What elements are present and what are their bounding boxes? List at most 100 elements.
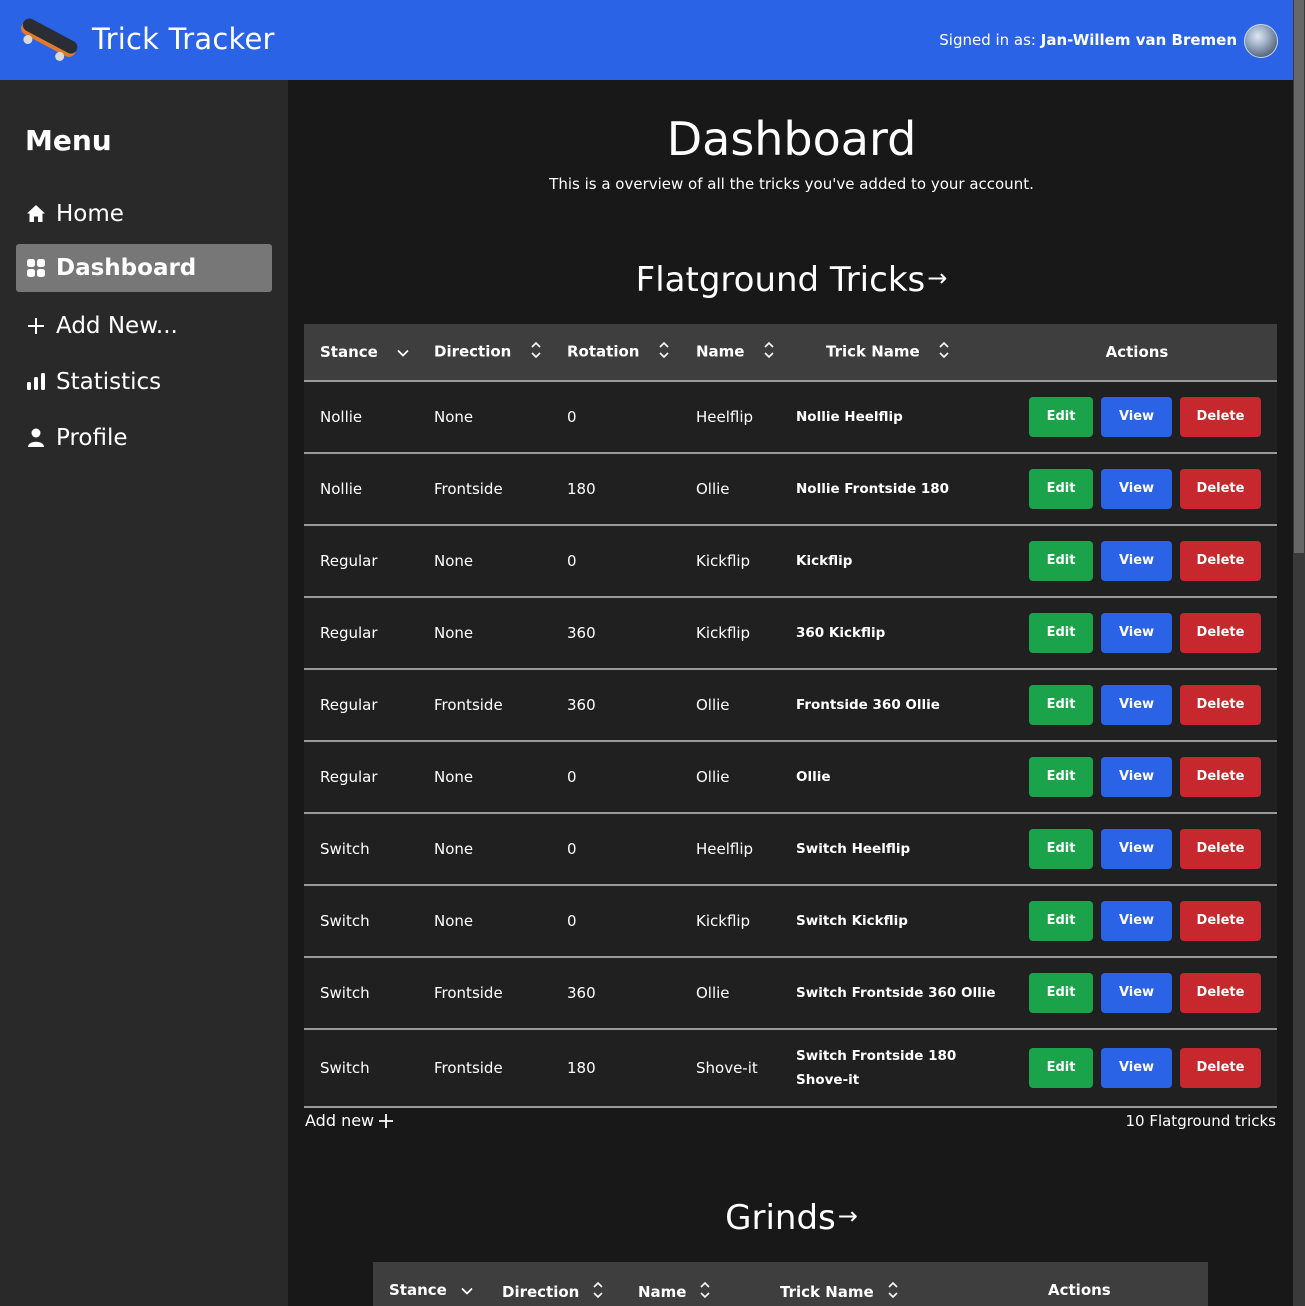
view-button[interactable]: View xyxy=(1101,541,1172,581)
menu-title: Menu xyxy=(25,124,112,157)
edit-button[interactable]: Edit xyxy=(1029,829,1093,869)
grinds-section-title[interactable]: Grinds→ xyxy=(290,1198,1293,1238)
column-header-trick-name[interactable]: Trick Name xyxy=(780,1281,898,1303)
stance-cell: Regular xyxy=(304,741,418,814)
view-button[interactable]: View xyxy=(1101,1048,1172,1088)
delete-button[interactable]: Delete xyxy=(1180,757,1261,797)
sidebar-item-label: Statistics xyxy=(56,369,162,395)
column-label: Rotation xyxy=(567,342,640,361)
sidebar-item-profile[interactable]: Profile xyxy=(16,414,272,462)
view-button[interactable]: View xyxy=(1101,613,1172,653)
trick-name-cell: Switch Frontside 360 Ollie xyxy=(788,957,997,1030)
trick-name-cell: Switch Heelflip xyxy=(788,813,997,886)
column-header-direction[interactable]: Direction xyxy=(502,1281,603,1303)
view-button[interactable]: View xyxy=(1101,973,1172,1013)
sidebar-item-add-new[interactable]: Add New... xyxy=(16,302,272,350)
flatground-section-title[interactable]: Flatground Tricks→ xyxy=(290,260,1293,300)
stance-cell: Regular xyxy=(304,597,418,670)
column-label: Trick Name xyxy=(780,1283,874,1301)
sort-icon[interactable] xyxy=(593,1281,603,1303)
delete-button[interactable]: Delete xyxy=(1180,397,1261,437)
add-new-link[interactable]: Add new xyxy=(305,1111,394,1130)
delete-button[interactable]: Delete xyxy=(1180,541,1261,581)
signed-in-info: Signed in as: Jan-Willem van Bremen xyxy=(939,31,1237,49)
edit-button[interactable]: Edit xyxy=(1029,901,1093,941)
chevron-down-icon[interactable] xyxy=(397,343,409,361)
column-label: Name xyxy=(696,342,745,361)
add-new-label: Add new xyxy=(305,1111,375,1130)
edit-button[interactable]: Edit xyxy=(1029,685,1093,725)
delete-button[interactable]: Delete xyxy=(1180,829,1261,869)
edit-button[interactable]: Edit xyxy=(1029,613,1093,653)
name-cell: Ollie xyxy=(680,453,788,526)
name-cell: Kickflip xyxy=(680,525,788,598)
delete-button[interactable]: Delete xyxy=(1180,1048,1261,1088)
name-cell: Heelflip xyxy=(680,381,788,454)
table-row: Switch Frontside 180 Shove-it Switch Frontsi… xyxy=(304,1029,1277,1108)
name-cell: Kickflip xyxy=(680,885,788,958)
edit-button[interactable]: Edit xyxy=(1029,541,1093,581)
dashboard-icon xyxy=(25,257,47,279)
actions-cell: Edit View Delete xyxy=(997,381,1277,454)
delete-button[interactable]: Delete xyxy=(1180,901,1261,941)
trick-name-cell: Switch Frontside 180 Shove-it xyxy=(788,1029,997,1108)
stance-cell: Switch xyxy=(304,885,418,958)
grinds-table-header: Stance Direction Name Trick Name Actions xyxy=(373,1262,1208,1306)
view-button[interactable]: View xyxy=(1101,757,1172,797)
name-cell: Shove-it xyxy=(680,1029,788,1108)
view-button[interactable]: View xyxy=(1101,469,1172,509)
edit-button[interactable]: Edit xyxy=(1029,469,1093,509)
sort-icon[interactable] xyxy=(700,1281,711,1303)
rotation-cell: 360 xyxy=(551,597,680,670)
delete-button[interactable]: Delete xyxy=(1180,613,1261,653)
user-name: Jan-Willem van Bremen xyxy=(1040,31,1237,49)
table-header-row: Stance Direction Rotation Name Trick Nam… xyxy=(304,324,1277,382)
sort-icon[interactable] xyxy=(659,341,669,363)
avatar[interactable] xyxy=(1244,24,1278,58)
edit-button[interactable]: Edit xyxy=(1029,1048,1093,1088)
sort-icon[interactable] xyxy=(939,341,949,363)
column-header-rotation[interactable]: Rotation xyxy=(551,324,680,382)
edit-button[interactable]: Edit xyxy=(1029,397,1093,437)
view-button[interactable]: View xyxy=(1101,397,1172,437)
chevron-down-icon[interactable] xyxy=(461,1281,473,1299)
column-label: Direction xyxy=(502,1283,580,1301)
column-label: Stance xyxy=(389,1281,447,1299)
delete-button[interactable]: Delete xyxy=(1180,685,1261,725)
scrollbar-thumb[interactable] xyxy=(1294,0,1304,553)
sidebar-item-dashboard[interactable]: Dashboard xyxy=(16,244,272,292)
direction-cell: Frontside xyxy=(418,1029,551,1108)
column-header-stance[interactable]: Stance xyxy=(304,324,418,382)
edit-button[interactable]: Edit xyxy=(1029,757,1093,797)
delete-button[interactable]: Delete xyxy=(1180,973,1261,1013)
stance-cell: Switch xyxy=(304,957,418,1030)
actions-cell: Edit View Delete xyxy=(997,885,1277,958)
stance-cell: Switch xyxy=(304,1029,418,1108)
sidebar-item-statistics[interactable]: Statistics xyxy=(16,358,272,406)
sidebar-item-home[interactable]: Home xyxy=(16,190,272,238)
direction-cell: Frontside xyxy=(418,957,551,1030)
sort-icon[interactable] xyxy=(531,341,541,363)
column-header-direction[interactable]: Direction xyxy=(418,324,551,382)
view-button[interactable]: View xyxy=(1101,829,1172,869)
top-navbar: Trick Tracker Signed in as: Jan-Willem v… xyxy=(0,0,1293,80)
sort-icon[interactable] xyxy=(888,1281,898,1303)
page-subtitle: This is a overview of all the tricks you… xyxy=(549,175,1034,193)
stance-cell: Regular xyxy=(304,669,418,742)
column-header-trick-name[interactable]: Trick Name xyxy=(788,324,997,382)
delete-button[interactable]: Delete xyxy=(1180,469,1261,509)
column-header-name[interactable]: Name xyxy=(638,1281,711,1303)
table-row: Regular None 0 Ollie Ollie Edit View Delete xyxy=(304,741,1277,814)
actions-cell: Edit View Delete xyxy=(997,1029,1277,1108)
view-button[interactable]: View xyxy=(1101,901,1172,941)
sort-icon[interactable] xyxy=(764,341,774,363)
plus-icon xyxy=(25,315,47,337)
edit-button[interactable]: Edit xyxy=(1029,973,1093,1013)
view-button[interactable]: View xyxy=(1101,685,1172,725)
app-title[interactable]: Trick Tracker xyxy=(92,22,275,56)
column-header-name[interactable]: Name xyxy=(680,324,788,382)
direction-cell: None xyxy=(418,885,551,958)
rotation-cell: 0 xyxy=(551,525,680,598)
column-header-stance[interactable]: Stance xyxy=(389,1281,473,1299)
skateboard-logo-icon[interactable] xyxy=(14,14,82,66)
